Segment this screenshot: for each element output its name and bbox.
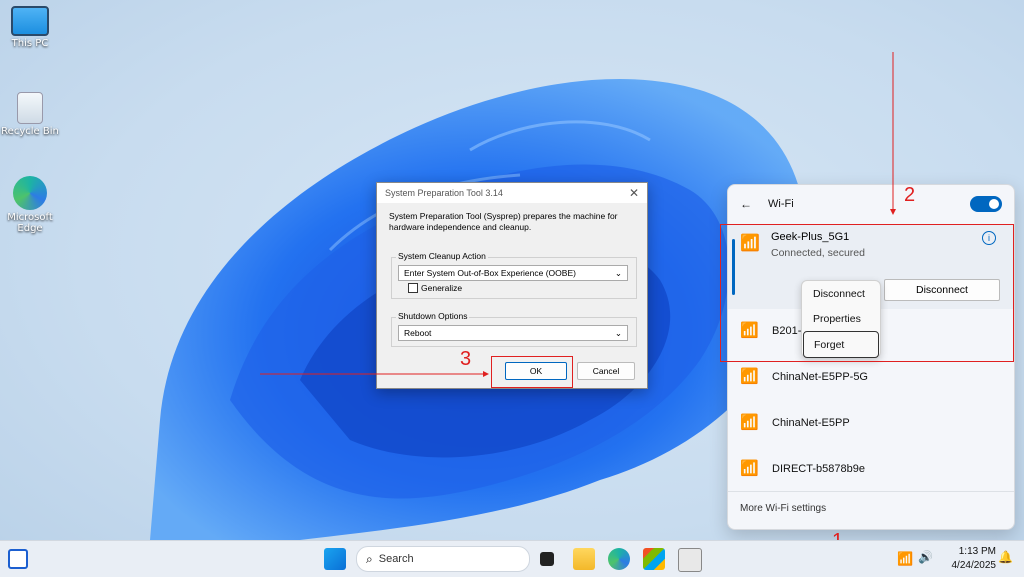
- desktop-icon-label: This PC: [11, 38, 49, 49]
- annotation-step-3: 3: [460, 348, 472, 370]
- task-view-icon[interactable]: [540, 552, 554, 566]
- clock-date: 4/24/2025: [951, 560, 997, 571]
- chevron-down-icon: ⌄: [614, 267, 622, 278]
- desktop-icon-edge[interactable]: Microsoft Edge: [0, 176, 60, 234]
- shutdown-select[interactable]: Reboot ⌄: [398, 325, 628, 341]
- cleanup-group: System Cleanup Action Enter System Out-o…: [391, 251, 637, 299]
- widgets-icon[interactable]: [8, 549, 28, 569]
- notification-bell-icon[interactable]: 🔔: [998, 550, 1013, 564]
- desktop-icon-recycle-bin[interactable]: Recycle Bin: [0, 92, 60, 137]
- network-name: ChinaNet-E5PP-5G: [772, 371, 868, 383]
- clock-time: 1:13 PM: [958, 546, 996, 557]
- generalize-label: Generalize: [421, 283, 463, 293]
- edge-icon[interactable]: [608, 548, 630, 570]
- wifi-title: Wi-Fi: [768, 198, 794, 210]
- desktop-icon-label: Recycle Bin: [1, 126, 59, 137]
- divider: [728, 491, 1014, 492]
- wifi-lock-icon: 📶: [740, 460, 759, 477]
- cancel-button[interactable]: Cancel: [577, 362, 635, 380]
- monitor-icon: [11, 6, 49, 36]
- cleanup-action-select[interactable]: Enter System Out-of-Box Experience (OOBE…: [398, 265, 628, 281]
- wifi-toggle[interactable]: [970, 196, 1002, 212]
- dialog-titlebar: System Preparation Tool 3.14 ✕: [377, 183, 647, 203]
- cleanup-action-value: Enter System Out-of-Box Experience (OOBE…: [404, 268, 576, 278]
- shutdown-group: Shutdown Options Reboot ⌄: [391, 311, 637, 347]
- recycle-bin-icon: [17, 92, 43, 124]
- volume-icon[interactable]: 🔊: [918, 550, 933, 564]
- edge-icon: [13, 176, 47, 210]
- file-explorer-icon[interactable]: [573, 548, 595, 570]
- search-icon: ⌕: [366, 551, 373, 566]
- store-icon[interactable]: [643, 548, 665, 570]
- chevron-down-icon: ⌄: [614, 327, 622, 338]
- shutdown-group-label: Shutdown Options: [396, 311, 470, 321]
- search-box[interactable]: ⌕ Search: [356, 546, 530, 572]
- search-placeholder: Search: [378, 553, 414, 565]
- desktop-icon-label: Microsoft Edge: [7, 212, 53, 234]
- more-wifi-settings-link[interactable]: More Wi-Fi settings: [740, 503, 826, 514]
- wifi-lock-icon: 📶: [740, 368, 759, 385]
- annotation-box-ok: [491, 356, 573, 388]
- network-name: DIRECT-b5878b9e: [772, 463, 865, 475]
- wifi-lock-icon: 📶: [740, 414, 759, 431]
- sysprep-app-icon[interactable]: [678, 548, 702, 572]
- wifi-tray-icon[interactable]: 📶: [897, 551, 913, 567]
- annotation-step-2: 2: [904, 184, 916, 206]
- shutdown-value: Reboot: [404, 328, 432, 338]
- start-icon[interactable]: [324, 548, 346, 570]
- dialog-description: System Preparation Tool (Sysprep) prepar…: [389, 211, 618, 232]
- annotation-box-network: [720, 224, 1014, 362]
- network-item[interactable]: 📶 ChinaNet-E5PP: [728, 401, 1014, 445]
- dialog-title: System Preparation Tool 3.14: [385, 188, 503, 198]
- checkbox-box: [408, 283, 418, 293]
- clock[interactable]: 1:13 PM 4/24/2025: [944, 545, 997, 573]
- network-name: ChinaNet-E5PP: [772, 417, 850, 429]
- cancel-label: Cancel: [592, 366, 620, 376]
- desktop-icon-this-pc[interactable]: This PC: [0, 6, 60, 49]
- network-item[interactable]: 📶 DIRECT-b5878b9e: [728, 447, 1014, 491]
- taskbar: ⌕ Search 📶 🔊 1:13 PM 4/24/2025 🔔: [0, 540, 1024, 577]
- back-arrow-icon[interactable]: ←: [740, 197, 752, 211]
- cleanup-group-label: System Cleanup Action: [396, 251, 488, 261]
- close-icon[interactable]: ✕: [629, 186, 639, 200]
- generalize-checkbox[interactable]: Generalize: [408, 283, 462, 293]
